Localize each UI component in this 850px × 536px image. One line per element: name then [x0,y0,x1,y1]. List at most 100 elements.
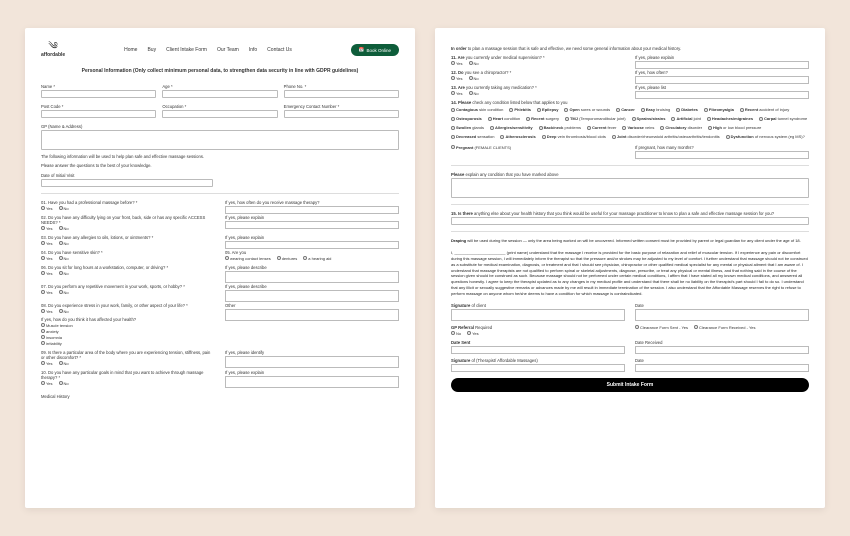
date-input[interactable] [635,309,809,321]
condition-9[interactable]: Osteoporosis [451,116,482,121]
condition-6[interactable]: Diabetes [676,107,698,112]
gp-textarea[interactable] [41,130,399,150]
pregnant-check[interactable] [451,145,455,149]
condition-21[interactable]: Varicose veins [622,125,654,130]
q08-insomnia[interactable] [41,335,45,339]
condition-17[interactable]: Swollen glands [451,125,484,130]
q07-right-input[interactable] [225,290,399,302]
condition-check-2[interactable] [537,108,541,112]
condition-check-6[interactable] [676,108,680,112]
condition-0[interactable]: Contagious skin condition [451,107,503,112]
condition-check-14[interactable] [671,117,675,121]
condition-3[interactable]: Open sores or wounds [564,107,610,112]
clearance-sent[interactable] [635,325,639,329]
q12-no[interactable] [469,76,473,80]
condition-check-21[interactable] [622,126,626,130]
q09-right-input[interactable] [225,356,399,368]
q02-right-input[interactable] [225,221,399,229]
q10-yes[interactable] [41,381,45,385]
q11-yes[interactable] [451,61,455,65]
sig-client-input[interactable] [451,309,625,321]
condition-25[interactable]: Atherosclerosis [500,134,535,139]
q08-yes[interactable] [41,309,45,313]
condition-check-28[interactable] [726,135,730,139]
q01-no[interactable] [59,206,63,210]
condition-20[interactable]: Current fever [587,125,616,130]
phone-input[interactable] [284,90,399,98]
q13-no[interactable] [469,91,473,95]
q09-no[interactable] [59,361,63,365]
condition-4[interactable]: Cancer [616,107,635,112]
q03-right-input[interactable] [225,241,399,249]
condition-2[interactable]: Epilepsy [537,107,558,112]
q07-no[interactable] [59,290,63,294]
condition-15[interactable]: Headaches/migraines [707,116,753,121]
q15-input[interactable] [451,217,809,225]
nav-team[interactable]: Our Team [217,47,239,53]
condition-26[interactable]: Deep vein thrombosis/blood clots [542,134,606,139]
condition-12[interactable]: TMJ (Temporomandibular joint) [565,116,626,121]
occupation-input[interactable] [162,110,277,118]
condition-14[interactable]: Artificial joint [671,116,700,121]
q05-hearing[interactable] [303,256,307,260]
q06-no[interactable] [59,271,63,275]
nav-home[interactable]: Home [124,47,137,53]
postcode-input[interactable] [41,110,156,118]
condition-22[interactable]: Circulatory disorder [660,125,702,130]
nav-contact[interactable]: Contact Us [267,47,292,53]
q05-lenses[interactable] [225,256,229,260]
q04-yes[interactable] [41,256,45,260]
condition-1[interactable]: Phlebitis [509,107,531,112]
condition-check-9[interactable] [451,117,455,121]
condition-24[interactable]: Decreased sensation [451,134,494,139]
q11-no[interactable] [469,61,473,65]
clearance-recv[interactable] [694,325,698,329]
q06-yes[interactable] [41,271,45,275]
q04-no[interactable] [59,256,63,260]
condition-23[interactable]: High or low blood pressure [708,125,761,130]
date2-input[interactable] [635,364,809,372]
name-input[interactable] [41,90,156,98]
condition-check-7[interactable] [704,108,708,112]
q09-yes[interactable] [41,361,45,365]
q11-right-input[interactable] [635,61,809,69]
gp-no[interactable] [451,331,455,335]
emergency-input[interactable] [284,110,399,118]
q07-yes[interactable] [41,290,45,294]
q03-yes[interactable] [41,241,45,245]
condition-7[interactable]: Fibromyalgia [704,107,734,112]
nav-intake[interactable]: Client Intake Form [166,47,207,53]
q13-yes[interactable] [451,91,455,95]
condition-check-0[interactable] [451,108,455,112]
condition-check-11[interactable] [526,117,530,121]
condition-check-23[interactable] [708,126,712,130]
book-online-button[interactable]: 📅 Book Online [351,44,399,56]
condition-check-16[interactable] [759,117,763,121]
condition-check-18[interactable] [490,126,494,130]
condition-13[interactable]: Sprains/strains [632,116,666,121]
condition-check-8[interactable] [740,108,744,112]
condition-19[interactable]: Back/neck problems [539,125,581,130]
q02-yes[interactable] [41,226,45,230]
submit-button[interactable]: Submit Intake Form [451,378,809,392]
q10-right-input[interactable] [225,376,399,388]
q08-no[interactable] [59,309,63,313]
condition-check-13[interactable] [632,117,636,121]
condition-check-27[interactable] [612,135,616,139]
q10-no[interactable] [59,381,63,385]
q05-dentures[interactable] [277,256,281,260]
condition-8[interactable]: Recent accident of injury [740,107,789,112]
condition-check-3[interactable] [564,108,568,112]
q08-anxiety[interactable] [41,329,45,333]
condition-check-5[interactable] [641,108,645,112]
condition-18[interactable]: Allergies/sensitivity [490,125,533,130]
condition-check-24[interactable] [451,135,455,139]
condition-28[interactable]: Dysfunction of nervous system (eg MS)? [726,134,805,139]
q13-right-input[interactable] [635,91,809,99]
condition-check-1[interactable] [509,108,513,112]
q02-no[interactable] [59,226,63,230]
q01-yes[interactable] [41,206,45,210]
q12-right-input[interactable] [635,76,809,84]
q08-irritability[interactable] [41,341,45,345]
q08-muscle[interactable] [41,323,45,327]
